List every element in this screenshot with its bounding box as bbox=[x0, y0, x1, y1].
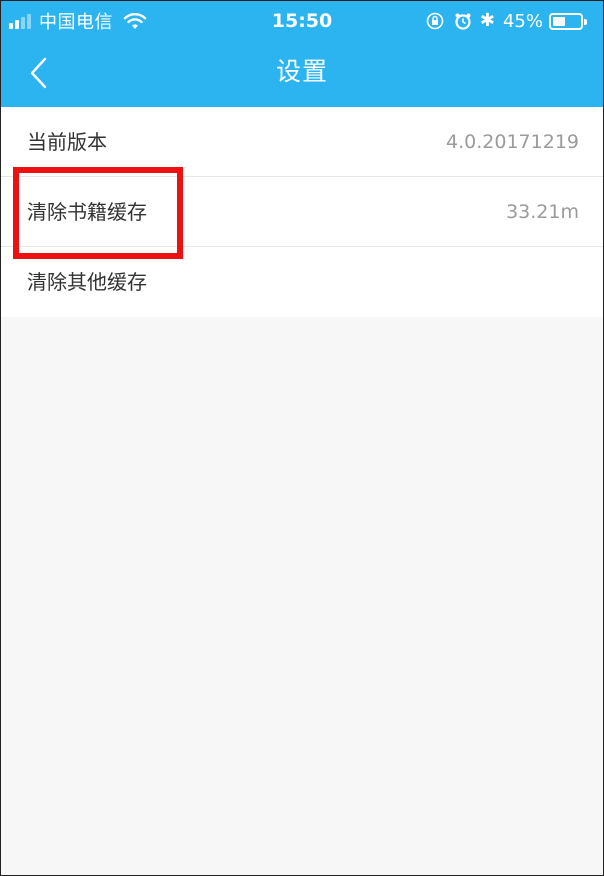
back-button[interactable] bbox=[15, 49, 63, 97]
status-right: ✱ 45% bbox=[426, 9, 587, 33]
battery-fill bbox=[553, 16, 565, 26]
rotation-lock-icon bbox=[426, 12, 444, 30]
chevron-left-icon bbox=[30, 57, 47, 89]
alarm-icon bbox=[455, 13, 471, 30]
row-value: 4.0.20171219 bbox=[446, 131, 579, 153]
battery-icon bbox=[549, 12, 587, 30]
highlight-box bbox=[13, 167, 183, 259]
navigation-bar: 设置 bbox=[1, 41, 603, 107]
row-value: 33.21m bbox=[506, 201, 579, 223]
battery-percent: 45% bbox=[502, 10, 543, 32]
status-bar: 中国电信 15:50 ✱ 45% bbox=[1, 1, 603, 41]
page-title: 设置 bbox=[275, 57, 328, 86]
phone-screen: 中国电信 15:50 ✱ 45% 设置 当前版本 4.0.20171219 清除… bbox=[0, 0, 604, 876]
bluetooth-icon: ✱ bbox=[479, 10, 495, 31]
